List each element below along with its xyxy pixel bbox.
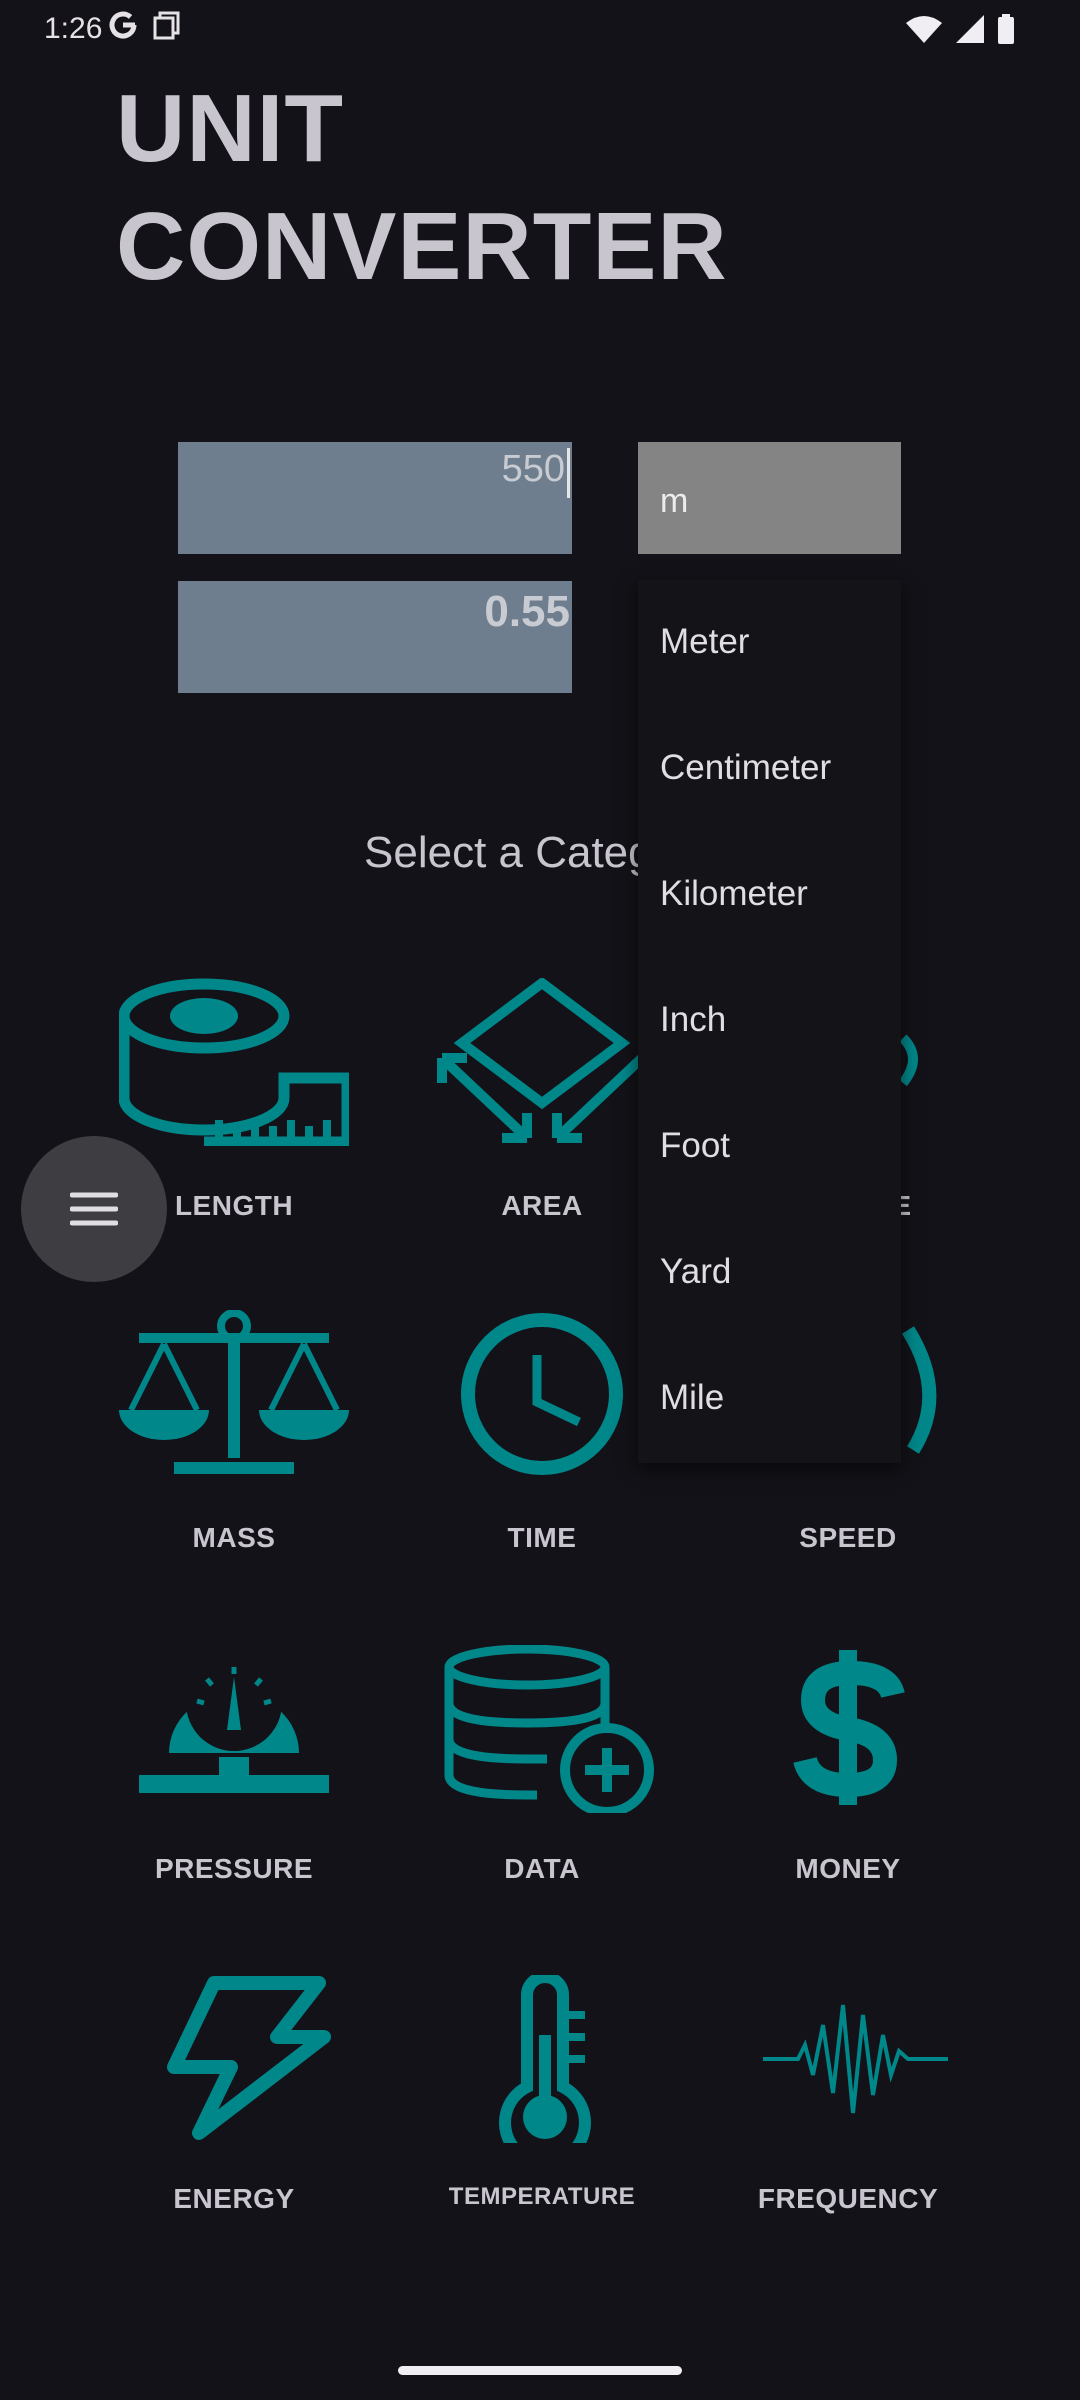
home-gesture-bar[interactable] [398,2366,682,2375]
category-label-speed: SPEED [799,1522,897,1553]
dropdown-option-meter[interactable]: Meter [660,622,749,662]
category-label-pressure: PRESSURE [154,1853,314,1884]
dropdown-option-yard[interactable]: Yard [660,1252,731,1292]
status-right-icons [906,14,1014,44]
category-mass[interactable] [104,1310,364,1478]
category-label-area: AREA [501,1190,583,1221]
scale-icon [119,1310,349,1474]
category-heading: Select a Categ [364,828,653,877]
lightning-icon [167,1976,331,2140]
clock-icon [461,1313,623,1475]
dropdown-option-mile[interactable]: Mile [660,1378,724,1418]
google-g-icon [109,11,137,39]
category-label-frequency: FREQUENCY [757,2183,939,2214]
category-length[interactable] [104,978,364,1146]
category-data[interactable] [412,1645,672,1813]
category-label-data: DATA [504,1853,580,1884]
input-value-field[interactable]: 550 [178,442,572,554]
tape-measure-icon [119,978,349,1146]
output-value-text: 0.55 [484,587,570,636]
dropdown-option-foot[interactable]: Foot [660,1126,730,1166]
category-frequency[interactable] [718,1975,978,2143]
waveform-icon [763,2004,948,2114]
category-label-time: TIME [507,1522,577,1553]
category-area[interactable] [412,978,672,1146]
category-time[interactable] [412,1310,672,1478]
unit-select[interactable]: m [638,442,901,554]
category-energy[interactable] [104,1975,364,2143]
screenshot-icon [153,11,180,40]
status-left-icons [108,10,182,40]
wifi-icon [906,16,942,43]
dropdown-option-inch[interactable]: Inch [660,1000,726,1040]
hamburger-menu-icon [70,1192,118,1226]
dropdown-option-kilometer[interactable]: Kilometer [660,874,808,914]
category-label-money: MONEY [795,1853,901,1884]
battery-icon [998,14,1014,44]
status-time: 1:26 [44,12,103,45]
category-label-mass: MASS [192,1522,276,1553]
unit-select-value: m [660,482,689,520]
database-icon [444,1645,654,1813]
pressure-gauge-icon [139,1655,329,1793]
unit-dropdown-menu: Meter Centimeter Kilometer Inch Foot Yar… [638,580,901,1463]
output-value-field[interactable]: 0.55 [178,581,572,693]
category-label-energy: ENERGY [173,2183,295,2214]
dollar-icon [793,1650,905,1805]
menu-fab-button[interactable] [21,1136,167,1282]
input-value-text: 550 [501,448,565,490]
category-pressure[interactable] [104,1645,364,1813]
dropdown-option-centimeter[interactable]: Centimeter [660,748,831,788]
page-title: UNIT CONVERTER [116,70,728,306]
signal-icon [956,15,984,43]
text-cursor [567,448,570,498]
category-temperature[interactable] [412,1975,672,2143]
thermometer-icon [499,1975,591,2143]
title-line-1: UNIT [116,75,344,182]
category-label-temperature: TEMPERATURE [448,2183,636,2210]
area-icon [437,978,646,1143]
category-money[interactable] [718,1645,978,1813]
title-line-2: CONVERTER [116,193,728,300]
